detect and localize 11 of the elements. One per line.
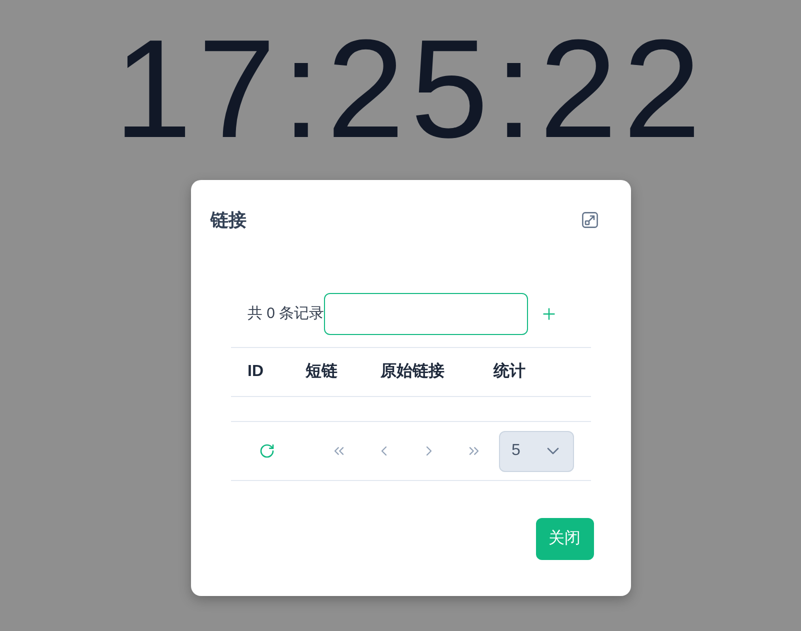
record-count: 共 0 条记录 (248, 304, 324, 324)
clock-time: 17:25:22 (114, 19, 707, 159)
refresh-icon[interactable] (258, 443, 274, 459)
dialog-title: 链接 (210, 209, 246, 232)
page-size-select[interactable]: 5 (498, 430, 574, 472)
column-header: 原始链接 (380, 363, 444, 380)
column-header: 短链 (306, 363, 338, 380)
column-header: ID (248, 363, 264, 380)
expand-icon[interactable] (582, 212, 598, 228)
column-header: 统计 (494, 363, 526, 380)
input-field[interactable] (324, 293, 528, 335)
